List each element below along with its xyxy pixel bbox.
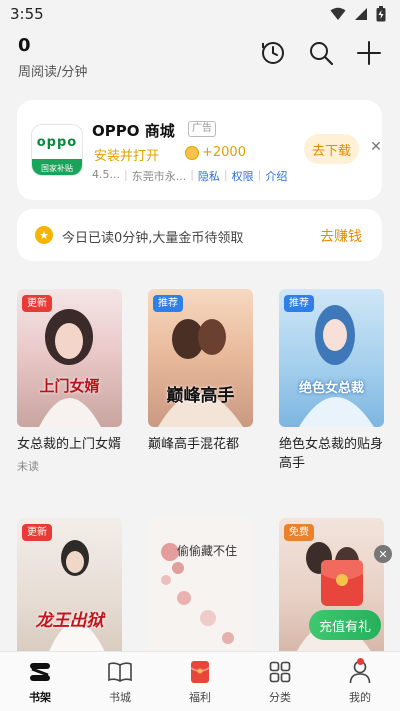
reading-task-bar[interactable]: ★ 今日已读0分钟,大量金币待领取 去赚钱 — [17, 209, 382, 261]
book-item[interactable]: 推荐 绝色女总裁 绝色女总裁的贴身高手 — [279, 289, 384, 473]
ad-close-icon[interactable]: ✕ — [369, 140, 383, 154]
history-button[interactable] — [260, 40, 286, 66]
book-item[interactable]: 推荐 巅峰高手 巅峰高手混花都 — [148, 289, 253, 454]
status-bar: 3:55 — [0, 0, 400, 28]
tab-label: 分类 — [269, 690, 291, 704]
grid-icon — [267, 659, 293, 685]
task-text: 今日已读0分钟,大量金币待领取 — [62, 231, 244, 246]
coin-icon — [185, 146, 199, 160]
red-packet-icon[interactable] — [313, 556, 369, 608]
coin-reward: +2000 — [202, 145, 246, 160]
search-icon — [310, 42, 334, 66]
book-badge: 免费 — [284, 524, 314, 541]
book-badge: 更新 — [22, 295, 52, 312]
book-title: 巅峰高手混花都 — [148, 437, 240, 452]
add-button[interactable] — [356, 40, 382, 66]
bookshelf-icon — [27, 659, 53, 685]
book-item[interactable]: 更新 龙王出狱 — [17, 518, 122, 656]
tab-bookstore[interactable]: 书城 — [80, 652, 160, 711]
book-open-icon — [107, 659, 133, 685]
book-item[interactable]: 更新 上门女婿 女总裁的上门女婿 未读 — [17, 289, 122, 474]
gift-icon — [187, 659, 213, 685]
tab-label: 我的 — [349, 690, 371, 704]
battery-icon — [376, 6, 386, 22]
tab-label: 福利 — [189, 690, 211, 704]
header: 0 周阅读/分钟 — [0, 30, 400, 86]
wifi-icon — [330, 7, 346, 20]
tab-welfare[interactable]: 福利 — [160, 652, 240, 711]
app-developer: 东莞市永... — [131, 170, 187, 183]
app-name: OPPO 商城 — [92, 122, 175, 140]
app-meta: 4.5... | 东莞市永... | 隐私 | 权限 | 介绍 — [92, 168, 288, 184]
weekly-read-count: 0 — [18, 35, 31, 56]
earn-money-button[interactable]: 去赚钱 — [320, 226, 362, 246]
read-status: 未读 — [17, 460, 39, 473]
notification-dot — [357, 658, 364, 665]
status-time: 3:55 — [10, 5, 44, 23]
privacy-link[interactable]: 隐私 — [198, 168, 220, 184]
recharge-gift-button[interactable]: 充值有礼 — [309, 610, 381, 640]
book-badge: 更新 — [22, 524, 52, 541]
book-badge: 推荐 — [153, 295, 183, 312]
install-reward-text: 安装并打开 — [94, 149, 160, 164]
weekly-read-label: 周阅读/分钟 — [18, 65, 88, 80]
cover-title: 巅峰高手 — [166, 386, 235, 406]
signal-icon — [355, 8, 367, 20]
ad-tag: 广告 — [188, 121, 216, 137]
permissions-link[interactable]: 权限 — [232, 168, 254, 184]
cover-title: 龙王出狱 — [35, 611, 104, 631]
app-rating: 4.5... — [92, 168, 120, 181]
tab-category[interactable]: 分类 — [240, 652, 320, 711]
intro-link[interactable]: 介绍 — [265, 168, 287, 184]
tab-label: 书架 — [29, 690, 51, 704]
book-cover: 偷偷藏不住 — [148, 518, 253, 656]
status-icons — [330, 6, 386, 22]
book-cover: 推荐 绝色女总裁 — [279, 289, 384, 427]
cover-title: 绝色女总裁 — [298, 381, 364, 396]
book-title: 女总裁的上门女婿 — [17, 437, 122, 452]
star-icon: ★ — [35, 226, 53, 244]
book-item[interactable]: 偷偷藏不住 — [148, 518, 253, 656]
ad-card[interactable]: oppo 国家补贴 OPPO 商城 广告 安装并打开 +2000 4.5... … — [17, 100, 382, 200]
history-icon — [262, 42, 284, 64]
book-cover: 推荐 巅峰高手 — [148, 289, 253, 427]
search-button[interactable] — [308, 40, 334, 66]
book-title: 绝色女总裁的贴身高手 — [279, 437, 384, 471]
bottom-tab-bar: 书架 书城 福利 分类 我的 — [0, 651, 400, 711]
cover-title: 偷偷藏不住 — [176, 544, 237, 558]
download-button[interactable]: 去下载 — [304, 134, 359, 164]
plus-icon — [357, 41, 381, 65]
promo-close-icon[interactable]: ✕ — [374, 545, 392, 563]
tab-bookshelf[interactable]: 书架 — [0, 652, 80, 711]
cover-title: 上门女婿 — [39, 377, 100, 395]
header-actions — [260, 40, 382, 66]
tab-label: 书城 — [109, 690, 131, 704]
book-badge: 推荐 — [284, 295, 314, 312]
book-cover: 更新 龙王出狱 — [17, 518, 122, 656]
app-logo: oppo 国家补贴 — [31, 124, 83, 176]
book-cover: 更新 上门女婿 — [17, 289, 122, 427]
